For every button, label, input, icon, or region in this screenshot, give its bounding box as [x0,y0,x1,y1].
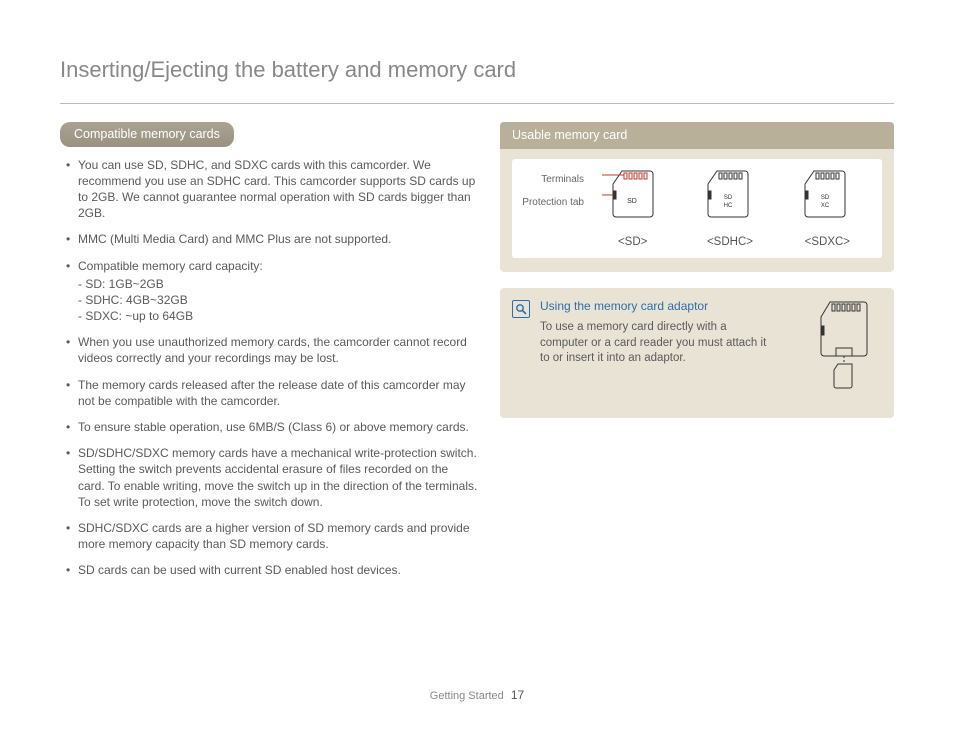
info-body: Using the memory card adaptor To use a m… [540,298,802,402]
sub-list: SD: 1GB~2GB SDHC: 4GB~32GB SDXC: ~up to … [78,276,478,325]
adaptor-info-panel: Using the memory card adaptor To use a m… [500,288,894,418]
svg-text:SD: SD [724,195,733,201]
bullet-text: You can use SD, SDHC, and SDXC cards wit… [78,158,475,221]
footer-section: Getting Started [430,690,504,702]
bullet-text: MMC (Multi Media Card) and MMC Plus are … [78,232,391,246]
list-item: SD/SDHC/SDXC memory cards have a mechani… [66,445,478,510]
sd-card-icon: SD [602,169,664,229]
bullet-text: The memory cards released after the rele… [78,378,466,408]
panel-body: Terminals Protection tab [512,159,882,259]
adaptor-illustration [812,298,882,402]
list-item: To ensure stable operation, use 6MB/S (C… [66,419,478,435]
list-item: You can use SD, SDHC, and SDXC cards wit… [66,157,478,222]
svg-text:SD: SD [627,198,637,205]
sub-item: SD: 1GB~2GB [78,276,478,292]
card-row: SD <SD> SD [584,169,876,251]
list-item: SD cards can be used with current SD ena… [66,562,478,578]
svg-text:XC: XC [821,203,830,209]
info-text: To use a memory card directly with a com… [540,320,770,367]
bullet-text: SD cards can be used with current SD ena… [78,563,401,577]
list-item: Compatible memory card capacity: SD: 1GB… [66,258,478,325]
sd-card-item: SD <SD> [584,169,681,251]
right-column: Usable memory card Terminals Protection … [500,122,894,589]
panel-header: Usable memory card [500,122,894,149]
info-title: Using the memory card adaptor [540,298,802,314]
protection-tab-label: Protection tab [518,196,584,209]
card-label: <SD> [584,235,681,251]
terminals-label: Terminals [518,173,584,186]
magnifier-icon [512,300,530,318]
svg-text:SD: SD [821,195,830,201]
bullet-text: Compatible memory card capacity: [78,259,263,273]
card-annotation-labels: Terminals Protection tab [518,173,584,219]
card-label: <SDHC> [681,235,778,251]
page-number: 17 [511,688,524,702]
card-label: <SDXC> [779,235,876,251]
bullet-text: To ensure stable operation, use 6MB/S (C… [78,420,469,434]
svg-text:HC: HC [724,203,733,209]
bullet-text: When you use unauthorized memory cards, … [78,335,467,365]
sdhc-card-icon: SD HC [703,169,757,229]
usable-memory-panel: Usable memory card Terminals Protection … [500,122,894,272]
sdxc-card-item: SD XC <SDXC> [779,169,876,251]
content-columns: Compatible memory cards You can use SD, … [60,122,894,589]
bullet-list: You can use SD, SDHC, and SDXC cards wit… [60,157,478,579]
bullet-text: SD/SDHC/SDXC memory cards have a mechani… [78,446,477,509]
left-column: Compatible memory cards You can use SD, … [60,122,478,589]
sdxc-card-icon: SD XC [800,169,854,229]
list-item: SDHC/SDXC cards are a higher version of … [66,520,478,552]
list-item: When you use unauthorized memory cards, … [66,334,478,366]
sub-item: SDHC: 4GB~32GB [78,292,478,308]
page-footer: Getting Started 17 [0,687,954,704]
list-item: The memory cards released after the rele… [66,377,478,409]
page-title: Inserting/Ejecting the battery and memor… [60,55,894,85]
sdhc-card-item: SD HC <SDHC> [681,169,778,251]
list-item: MMC (Multi Media Card) and MMC Plus are … [66,231,478,247]
section-heading-pill: Compatible memory cards [60,122,234,147]
divider [60,103,894,104]
bullet-text: SDHC/SDXC cards are a higher version of … [78,521,470,551]
sub-item: SDXC: ~up to 64GB [78,308,478,324]
